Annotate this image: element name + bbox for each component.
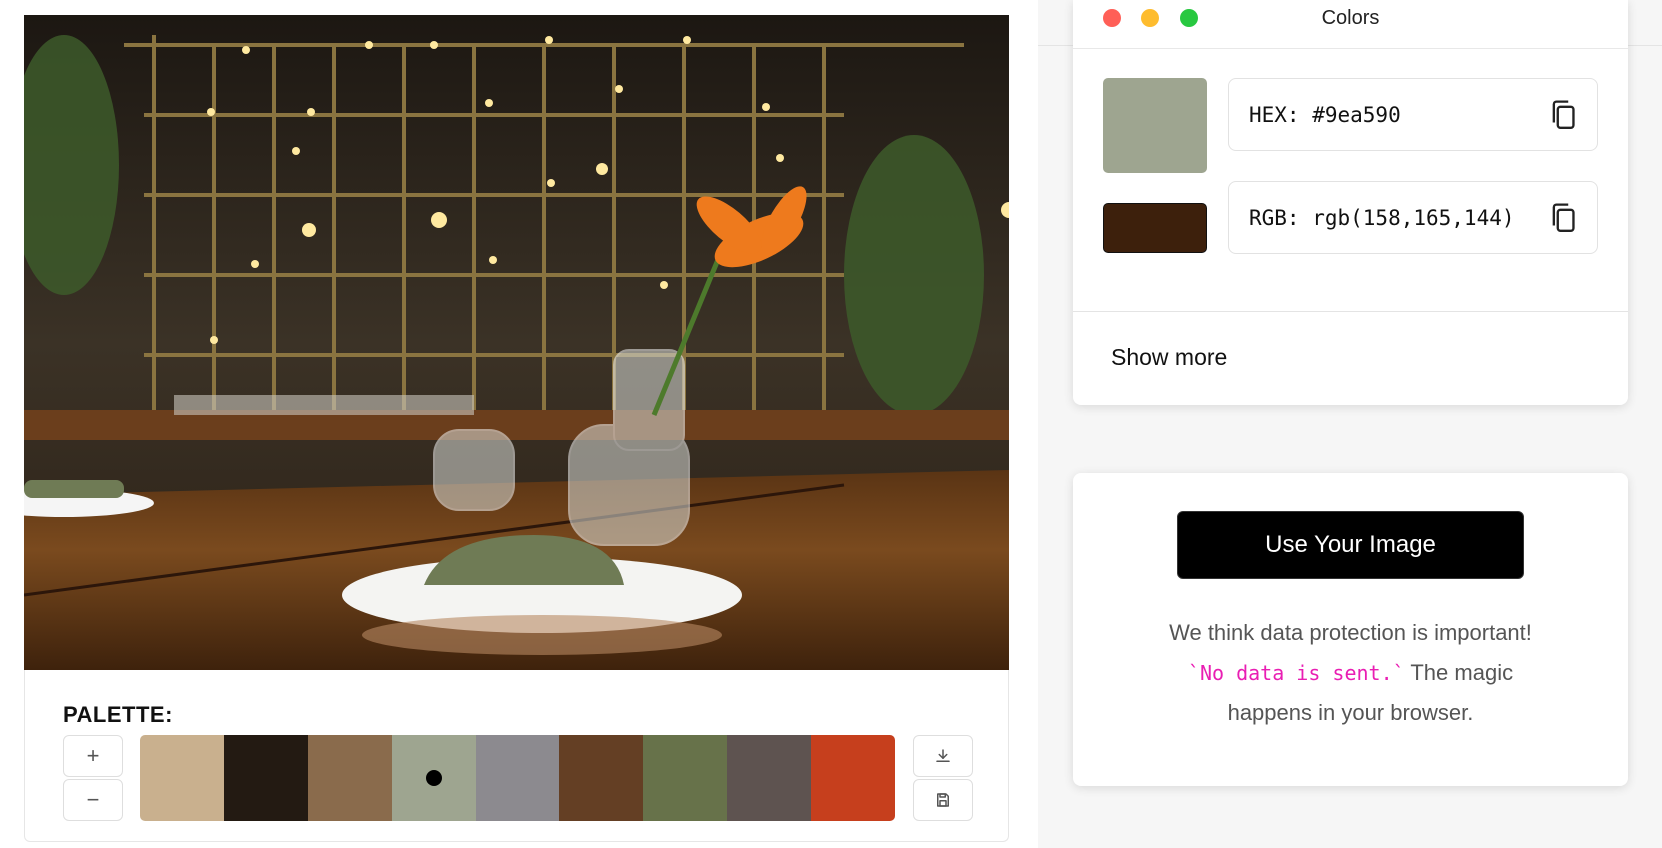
privacy-code-snippet: `No data is sent.` [1187,661,1405,685]
copy-hex-icon[interactable] [1547,99,1579,133]
rgb-value: RGB: rgb(158,165,144) [1249,205,1515,230]
palette-swatch[interactable] [307,735,392,821]
rgb-value-field[interactable]: RGB: rgb(158,165,144) [1228,181,1598,254]
palette-swatch[interactable] [140,735,224,821]
copy-rgb-icon[interactable] [1547,202,1579,236]
remove-color-button[interactable]: − [63,779,123,821]
uploaded-photo [24,15,1009,670]
privacy-line-2: The magic [1404,660,1514,685]
add-color-button[interactable]: + [63,735,123,777]
minus-icon: − [86,787,100,812]
palette-swatch[interactable] [727,735,812,821]
palette-title: PALETTE: [63,702,173,727]
palette-swatch[interactable] [391,735,476,821]
download-icon [936,749,950,762]
colors-window: Colors HEX: #9ea590 RGB: rgb(158,165,144… [1073,0,1628,405]
privacy-line-3: happens in your browser. [1227,700,1474,725]
secondary-color-swatch [1103,203,1207,253]
use-your-image-button[interactable]: Use Your Image [1177,511,1524,579]
palette-swatch[interactable] [475,735,560,821]
palette-swatch[interactable] [559,735,644,821]
privacy-notice: We think data protection is important! `… [1093,613,1608,733]
save-icon [937,793,949,807]
download-palette-button[interactable] [913,735,973,777]
window-title: Colors [1321,7,1380,29]
selected-color-swatch [1103,78,1207,173]
plus-icon: + [86,743,100,768]
palette-swatch[interactable] [223,735,308,821]
restaurant-photo-illustration [24,15,1009,670]
show-more-link[interactable]: Show more [1111,344,1227,371]
palette-swatch[interactable] [811,735,895,821]
selected-swatch-indicator [425,770,442,786]
hex-value-field[interactable]: HEX: #9ea590 [1228,78,1598,151]
palette-panel: PALETTE: + − [24,670,1009,842]
save-palette-button[interactable] [913,779,973,821]
palette-swatches [140,735,895,821]
hex-value: HEX: #9ea590 [1249,102,1401,127]
palette-swatch[interactable] [643,735,728,821]
privacy-line-1: We think data protection is important! [1169,620,1532,645]
upload-info-card: Use Your Image We think data protection … [1073,473,1628,786]
